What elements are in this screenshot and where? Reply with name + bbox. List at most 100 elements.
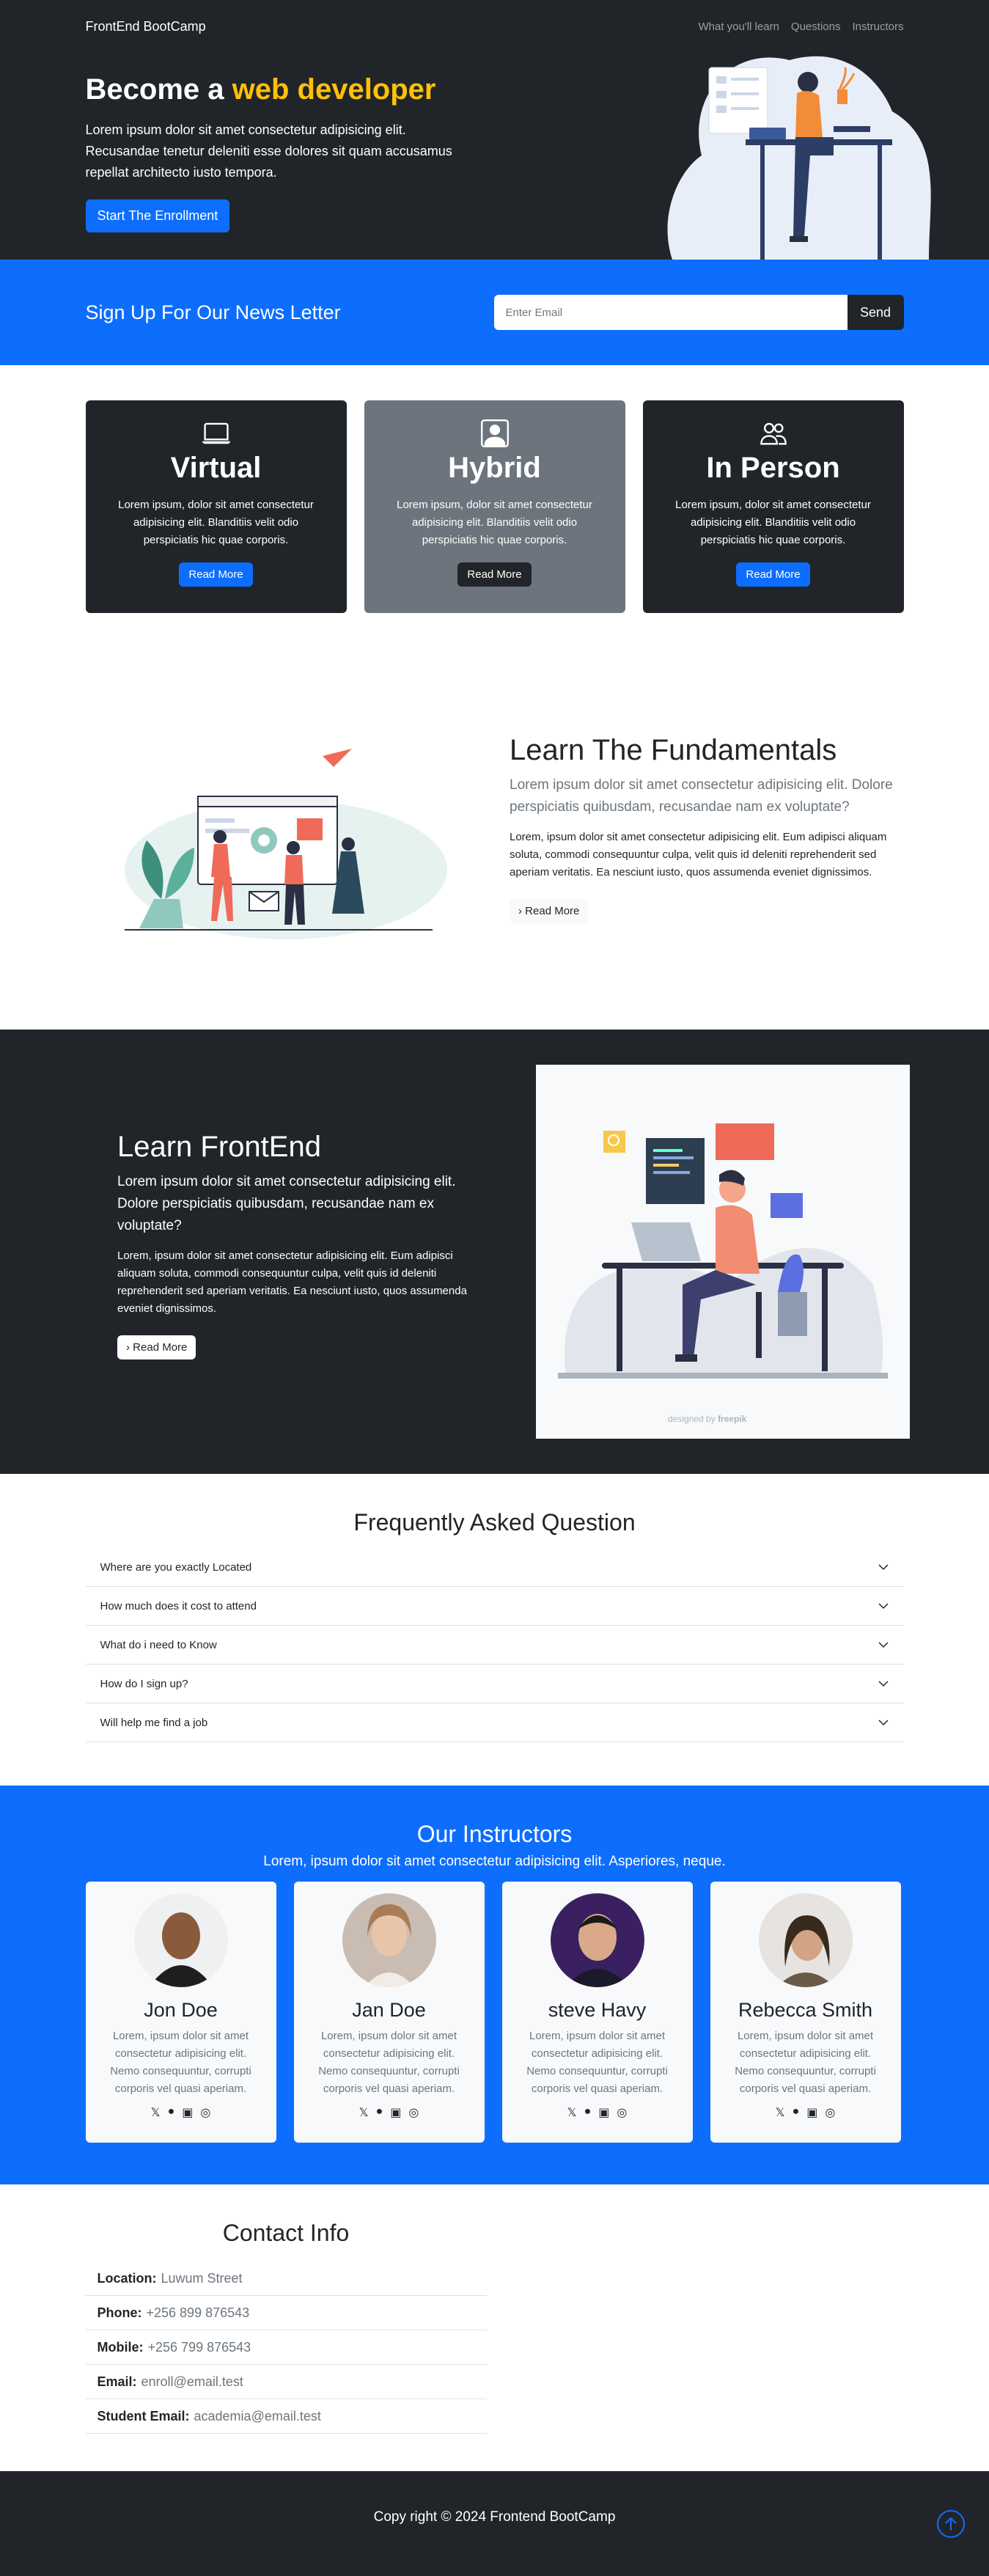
arrow-up-circle-icon[interactable] (936, 2509, 966, 2539)
chevron-down-icon (878, 1720, 889, 1726)
faq-section: Frequently Asked Question Where are you … (0, 1474, 989, 1786)
linkedin-icon[interactable]: ▣ (182, 2105, 193, 2120)
twitter-icon[interactable]: 𝕏 (151, 2105, 161, 2120)
image-credit: designed by freepik (668, 1414, 747, 1424)
twitter-icon[interactable]: 𝕏 (567, 2105, 577, 2120)
contact-row-mobile: Mobile: +256 799 876543 (85, 2330, 487, 2365)
chevron-down-icon (878, 1681, 889, 1687)
instructor-name: Rebecca Smith (738, 1999, 873, 2021)
instructor-bio: Lorem, ipsum dolor sit amet consectetur … (110, 2030, 251, 2095)
twitter-icon[interactable]: 𝕏 (359, 2105, 369, 2120)
facebook-icon[interactable]: ● (376, 2105, 383, 2120)
instagram-icon[interactable]: ◎ (408, 2105, 419, 2120)
facebook-icon[interactable]: ● (793, 2105, 800, 2120)
frontend-illustration: designed by freepik (536, 1065, 910, 1439)
instructor-bio: Lorem, ipsum dolor sit amet consectetur … (526, 2030, 668, 2095)
faq-item[interactable]: How much does it cost to attend (85, 1587, 904, 1626)
nav-links: What you'll learn Questions Instructors (699, 21, 904, 33)
card-hybrid: Hybrid Lorem ipsum, dolor sit amet conse… (364, 400, 625, 613)
email-input[interactable] (493, 295, 848, 330)
hero-section: Become a web developer Lorem ipsum dolor… (0, 53, 989, 260)
navbar: FrontEnd BootCamp What you'll learn Ques… (0, 0, 989, 53)
card-title: Hybrid (448, 452, 541, 484)
instagram-icon[interactable]: ◎ (825, 2105, 835, 2120)
chevron-right-icon: › (126, 1341, 130, 1354)
faq-item[interactable]: What do i need to Know (85, 1626, 904, 1665)
read-more-button[interactable]: Read More (736, 562, 810, 587)
twitter-icon[interactable]: 𝕏 (776, 2105, 785, 2120)
avatar (550, 1893, 644, 1987)
faq-item[interactable]: Where are you exactly Located (85, 1548, 904, 1587)
instructor-bio: Lorem, ipsum dolor sit amet consectetur … (735, 2030, 876, 2095)
contact-section: Contact Info Location: Luwum Street Phone… (0, 2184, 989, 2471)
brand-link[interactable]: FrontEnd BootCamp (86, 19, 206, 34)
hero-title-highlight: web developer (232, 73, 436, 106)
contact-row-email: Email: enroll@email.test (85, 2365, 487, 2399)
chevron-right-icon: › (518, 905, 522, 917)
card-in-person: In Person Lorem ipsum, dolor sit amet co… (642, 400, 904, 613)
card-title: Virtual (170, 452, 262, 484)
read-more-button[interactable]: › Read More (510, 899, 589, 923)
newsletter-section: Sign Up For Our News Letter Send (0, 260, 989, 365)
learning-modes-section: Virtual Lorem ipsum, dolor sit amet cons… (0, 365, 989, 653)
instructor-card: Jon Doe Lorem, ipsum dolor sit amet cons… (85, 1882, 276, 2143)
frontend-title: Learn FrontEnd (117, 1131, 321, 1163)
card-virtual: Virtual Lorem ipsum, dolor sit amet cons… (85, 400, 347, 613)
frontend-body: Lorem, ipsum dolor sit amet consectetur … (117, 1250, 467, 1315)
send-button[interactable]: Send (847, 295, 904, 330)
instagram-icon[interactable]: ◎ (200, 2105, 210, 2120)
instructors-section: Our Instructors Lorem, ipsum dolor sit a… (0, 1786, 989, 2184)
contact-row-phone: Phone: +256 899 876543 (85, 2296, 487, 2330)
faq-title: Frequently Asked Question (353, 1509, 636, 1535)
faq-item[interactable]: How do I sign up? (85, 1665, 904, 1703)
hero-text: Lorem ipsum dolor sit amet consectetur a… (85, 122, 452, 180)
laptop-icon (202, 422, 230, 444)
fundamentals-lead: Lorem ipsum dolor sit amet consectetur a… (510, 777, 893, 815)
fundamentals-illustration (125, 749, 447, 939)
enroll-button[interactable]: Start The Enrollment (85, 199, 230, 232)
card-title: In Person (706, 452, 840, 484)
person-badge-icon (480, 419, 509, 447)
facebook-icon[interactable]: ● (168, 2105, 175, 2120)
nav-link-questions[interactable]: Questions (791, 21, 841, 33)
chevron-down-icon (878, 1603, 889, 1610)
instagram-icon[interactable]: ◎ (617, 2105, 627, 2120)
read-more-button[interactable]: Read More (179, 562, 253, 587)
hero-title: Become a web developer (85, 73, 436, 106)
frontend-lead: Lorem ipsum dolor sit amet consectetur a… (117, 1174, 456, 1233)
faq-item[interactable]: Will help me find a job (85, 1703, 904, 1742)
instructor-name: Jon Doe (144, 1999, 218, 2021)
avatar (758, 1893, 853, 1987)
avatar (133, 1893, 228, 1987)
nav-link-learn[interactable]: What you'll learn (699, 21, 779, 33)
chevron-down-icon (878, 1564, 889, 1571)
linkedin-icon[interactable]: ▣ (390, 2105, 401, 2120)
nav-link-instructors[interactable]: Instructors (852, 21, 903, 33)
instructor-name: steve Havy (548, 1999, 647, 2021)
newsletter-heading: Sign Up For Our News Letter (85, 301, 341, 323)
card-text: Lorem ipsum, dolor sit amet consectetur … (397, 499, 592, 546)
card-text: Lorem ipsum, dolor sit amet consectetur … (675, 499, 871, 546)
chevron-down-icon (878, 1642, 889, 1648)
footer: Copy right © 2024 Frontend BootCamp (0, 2471, 989, 2576)
instructors-title: Our Instructors (416, 1821, 573, 1847)
frontend-section: Learn FrontEnd Lorem ipsum dolor sit ame… (0, 1030, 989, 1474)
linkedin-icon[interactable]: ▣ (806, 2105, 817, 2120)
faq-accordion: Where are you exactly Located How much d… (85, 1548, 904, 1742)
contact-row-student-email: Student Email: academia@email.test (85, 2399, 487, 2434)
read-more-button[interactable]: › Read More (117, 1335, 196, 1359)
instructor-card: Rebecca Smith Lorem, ipsum dolor sit ame… (710, 1882, 901, 2143)
developer-illustration (558, 1123, 888, 1379)
fundamentals-title: Learn The Fundamentals (510, 734, 837, 766)
facebook-icon[interactable]: ● (584, 2105, 592, 2120)
instructor-name: Jan Doe (352, 1999, 426, 2021)
linkedin-icon[interactable]: ▣ (598, 2105, 609, 2120)
read-more-button[interactable]: Read More (457, 562, 532, 587)
contact-title: Contact Info (222, 2220, 350, 2246)
fundamentals-section: Learn The Fundamentals Lorem ipsum dolor… (0, 653, 989, 1030)
card-text: Lorem ipsum, dolor sit amet consectetur … (118, 499, 314, 546)
people-icon (760, 422, 787, 445)
contact-row-location: Location: Luwum Street (85, 2261, 487, 2296)
copyright-text: Copy right © 2024 Frontend BootCamp (373, 2509, 616, 2525)
instructor-card: Jan Doe Lorem, ipsum dolor sit amet cons… (293, 1882, 485, 2143)
